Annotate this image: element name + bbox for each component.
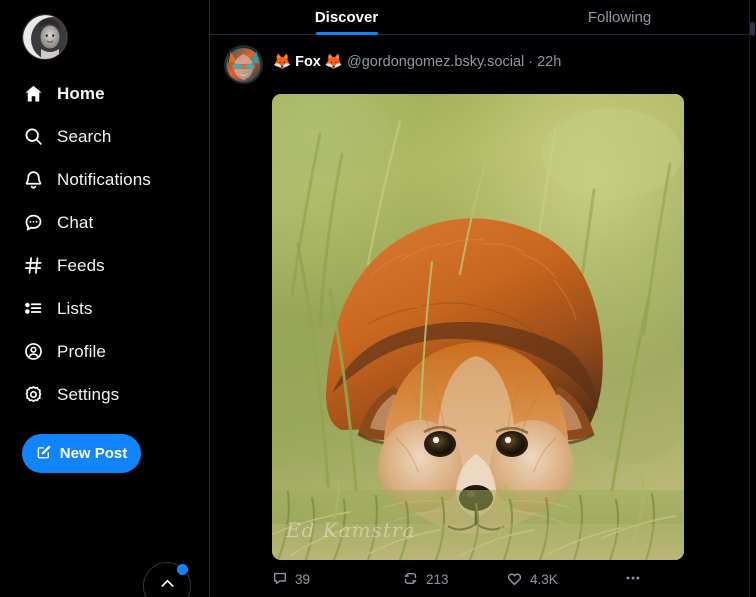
bell-icon	[22, 169, 44, 191]
sidebar-item-profile[interactable]: Profile	[0, 330, 209, 373]
sidebar-item-settings[interactable]: Settings	[0, 373, 209, 416]
search-icon	[22, 126, 44, 148]
list-icon	[22, 298, 44, 320]
tab-label: Following	[587, 8, 652, 26]
post-meta: 🦊 Fox 🦊 @gordongomez.bsky.social · 22h	[273, 45, 561, 70]
unread-badge	[177, 564, 188, 575]
comment-icon	[272, 570, 288, 589]
sidebar-item-label: Search	[57, 126, 112, 146]
sidebar: Home Search Notifications Chat Feeds Lis…	[0, 0, 210, 597]
repost-count: 213	[426, 571, 449, 587]
post-actions: 39 213 4.3K	[272, 569, 692, 590]
heart-icon	[506, 570, 523, 590]
sidebar-item-home[interactable]: Home	[0, 72, 209, 115]
scrollbar[interactable]	[749, 0, 756, 597]
tab-active-underline	[315, 32, 378, 35]
avatar[interactable]	[22, 14, 68, 60]
like-count: 4.3K	[530, 571, 558, 587]
sidebar-item-notifications[interactable]: Notifications	[0, 158, 209, 201]
sidebar-item-label: Lists	[57, 298, 93, 318]
sidebar-item-label: Home	[57, 83, 105, 103]
feed-list: 🦊 Fox 🦊 @gordongomez.bsky.social · 22h E…	[210, 35, 756, 597]
new-post-button[interactable]: New Post	[22, 434, 141, 473]
person-circle-icon	[22, 341, 44, 363]
chevron-up-icon	[158, 574, 177, 597]
post-image[interactable]: Ed Kamstra	[272, 94, 684, 560]
author-display-name[interactable]: 🦊 Fox 🦊	[273, 54, 343, 70]
sidebar-item-label: Notifications	[57, 169, 151, 189]
sidebar-item-label: Profile	[57, 341, 106, 361]
tab-label: Discover	[314, 8, 379, 26]
sidebar-item-label: Chat	[57, 212, 94, 232]
post-header: 🦊 Fox 🦊 @gordongomez.bsky.social · 22h	[210, 45, 756, 84]
post-timestamp[interactable]: 22h	[537, 54, 561, 70]
meta-separator: ·	[528, 54, 534, 70]
author-avatar[interactable]	[224, 45, 263, 84]
more-options-button[interactable]	[624, 569, 642, 590]
chat-bubble-icon	[22, 212, 44, 234]
reply-count: 39	[295, 571, 311, 587]
sidebar-item-feeds[interactable]: Feeds	[0, 244, 209, 287]
main-content: Discover Following 🦊 Fox 🦊 @gordongomez.…	[210, 0, 756, 597]
app-root: Home Search Notifications Chat Feeds Lis…	[0, 0, 756, 597]
hashtag-icon	[22, 255, 44, 277]
home-icon	[22, 83, 44, 105]
feed-tabbar: Discover Following	[210, 0, 756, 35]
compose-icon	[36, 444, 52, 464]
new-post-label: New Post	[59, 445, 128, 462]
scrollbar-thumb[interactable]	[750, 22, 755, 36]
repost-icon	[402, 570, 419, 590]
sidebar-item-label: Settings	[57, 384, 120, 404]
sidebar-item-search[interactable]: Search	[0, 115, 209, 158]
tab-discover[interactable]: Discover	[210, 0, 483, 35]
scroll-to-top-button[interactable]	[143, 562, 191, 597]
repost-button[interactable]: 213	[402, 570, 506, 590]
like-button[interactable]: 4.3K	[506, 570, 624, 590]
post-card[interactable]: 🦊 Fox 🦊 @gordongomez.bsky.social · 22h E…	[210, 35, 756, 597]
user-avatar-container[interactable]	[0, 0, 209, 68]
ellipsis-icon	[624, 569, 642, 590]
sidebar-item-label: Feeds	[57, 255, 105, 275]
gear-icon	[22, 384, 44, 406]
reply-button[interactable]: 39	[272, 570, 402, 589]
author-handle[interactable]: @gordongomez.bsky.social	[347, 54, 524, 70]
sidebar-item-chat[interactable]: Chat	[0, 201, 209, 244]
sidebar-nav: Home Search Notifications Chat Feeds Lis…	[0, 72, 209, 416]
sidebar-item-lists[interactable]: Lists	[0, 287, 209, 330]
tab-following[interactable]: Following	[483, 0, 756, 34]
